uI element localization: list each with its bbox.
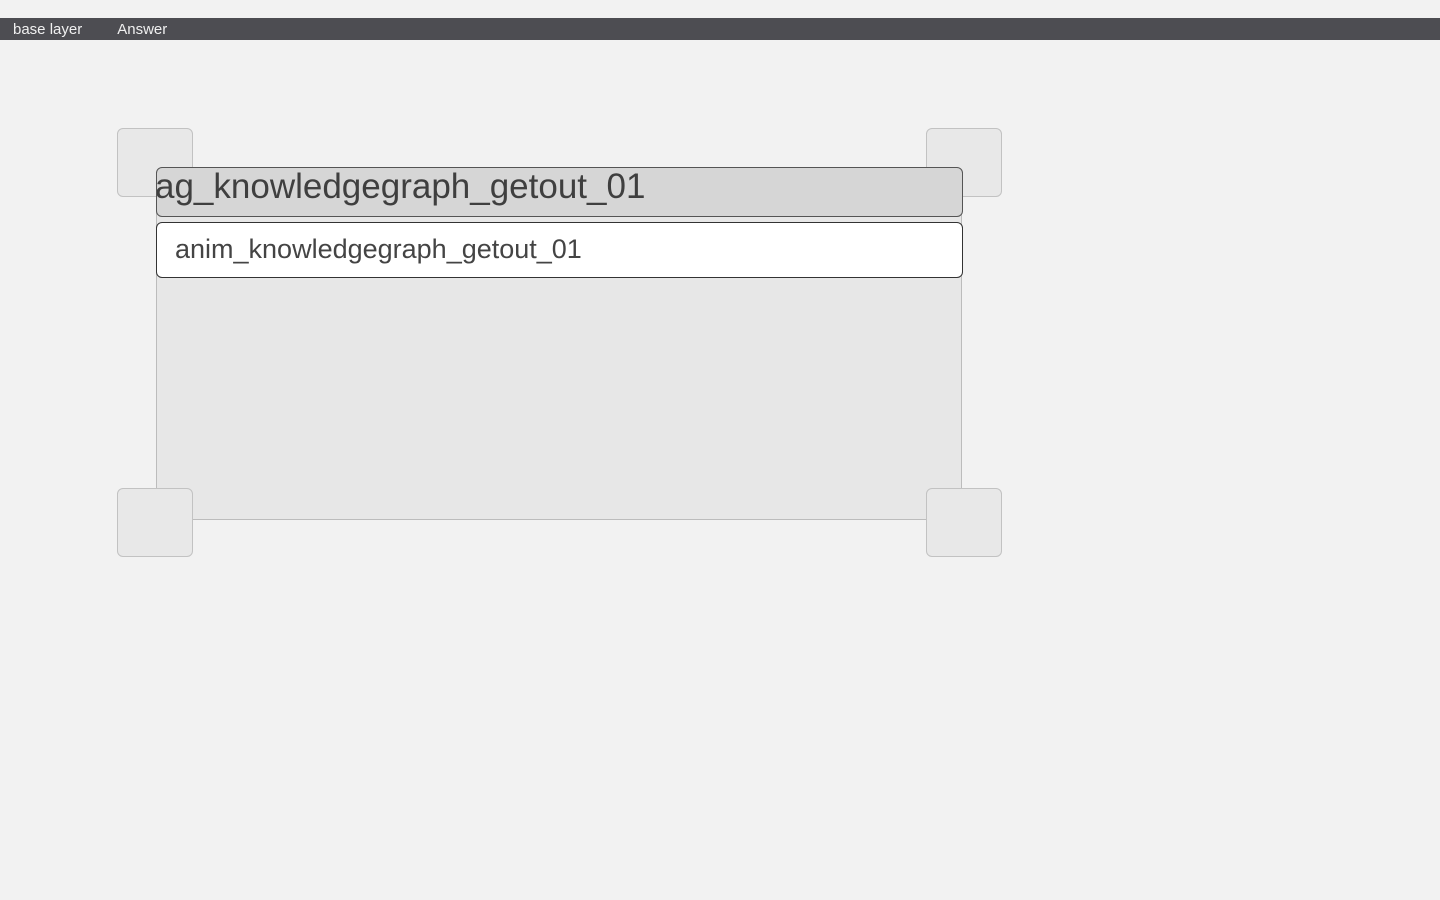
node-panel xyxy=(156,168,962,520)
menu-item-answer[interactable]: Answer xyxy=(117,21,167,38)
list-item[interactable]: anim_knowledgegraph_getout_01 xyxy=(156,222,963,278)
resize-handle-bottom-right[interactable] xyxy=(926,488,1002,557)
resize-handle-bottom-left[interactable] xyxy=(117,488,193,557)
menu-bar: base layer Answer xyxy=(0,18,1440,40)
menu-item-base-layer[interactable]: base layer xyxy=(13,21,82,38)
panel-title: ag_knowledgegraph_getout_01 xyxy=(156,167,646,206)
panel-title-bar[interactable]: ag_knowledgegraph_getout_01 xyxy=(156,167,963,217)
list-item-label: anim_knowledgegraph_getout_01 xyxy=(175,234,582,264)
